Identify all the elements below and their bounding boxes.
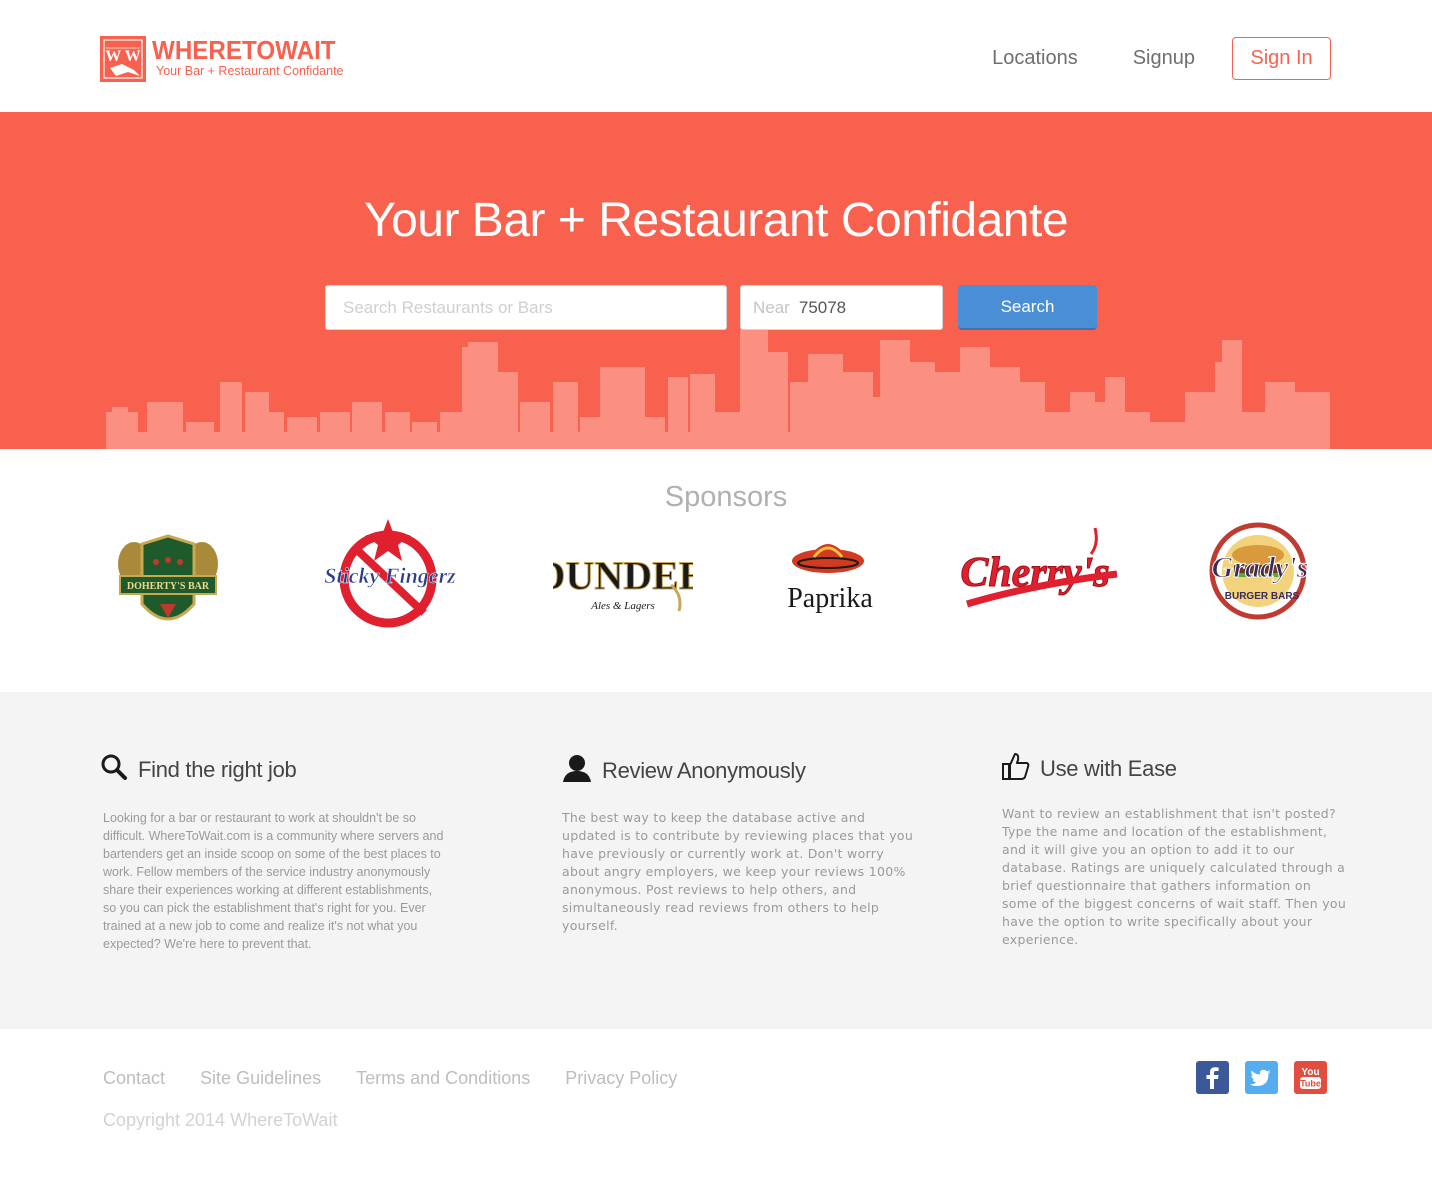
social-links: You Tube <box>1196 1061 1343 1094</box>
nav-signup-link[interactable]: Signup <box>1133 47 1195 70</box>
twitter-icon[interactable] <box>1245 1061 1278 1094</box>
user-icon <box>562 754 592 787</box>
thumbs-up-icon <box>1002 752 1030 785</box>
sponsor-logo-cherrys[interactable]: Cherry's <box>955 524 1121 622</box>
sponsors-section: Sponsors DOHERTY'S BAR Sticky Fingerz DU… <box>0 449 1432 692</box>
footer-link-terms[interactable]: Terms and Conditions <box>356 1068 530 1089</box>
city-skyline-illustration <box>106 330 1330 449</box>
feature-review-anonymously: Review Anonymously The best way to keep … <box>562 754 917 935</box>
footer-link-site-guidelines[interactable]: Site Guidelines <box>200 1068 321 1089</box>
sponsor-paprika-name: Paprika <box>787 583 873 614</box>
near-label: Near <box>753 297 790 317</box>
sponsor-sticky-fingerz-name: Sticky Fingerz <box>324 563 456 588</box>
search-icon <box>100 753 128 786</box>
sponsor-gradys-name: Grady's <box>1212 551 1309 584</box>
near-input[interactable] <box>798 297 919 318</box>
youtube-icon[interactable]: You Tube <box>1294 1061 1327 1094</box>
facebook-icon[interactable] <box>1196 1061 1229 1094</box>
logo-tagline: Your Bar + Restaurant Confidante <box>156 64 344 78</box>
sponsor-logo-sticky-fingerz[interactable]: Sticky Fingerz <box>314 517 466 629</box>
main-nav: Locations Signup Sign In <box>992 37 1331 80</box>
svg-text:Tube: Tube <box>1300 1079 1321 1089</box>
feature-find-job-text: Looking for a bar or restaurant to work … <box>103 811 444 951</box>
sponsors-title: Sponsors <box>664 481 788 513</box>
feature-use-with-ease-text: Want to review an establishment that isn… <box>1002 806 1347 947</box>
feature-use-with-ease: Use with Ease Want to review an establis… <box>1002 752 1347 949</box>
near-field[interactable]: Near <box>740 285 943 330</box>
logo-name: WHERETOWAIT <box>152 35 336 65</box>
sponsor-logo-dohertys[interactable]: DOHERTY'S BAR <box>112 534 224 639</box>
feature-review-anonymously-title: Review Anonymously <box>602 757 806 783</box>
signin-button[interactable]: Sign In <box>1232 37 1331 80</box>
sponsor-logo-paprika[interactable]: Paprika <box>778 529 886 639</box>
search-input[interactable] <box>325 285 727 330</box>
sponsor-dundee-name: DUNDEE <box>553 553 693 598</box>
features-section: Find the right job Looking for a bar or … <box>0 692 1432 1029</box>
feature-use-with-ease-title: Use with Ease <box>1040 755 1177 781</box>
svg-text:You: You <box>1301 1067 1319 1078</box>
site-logo[interactable]: W W WHERETOWAIT Your Bar + Restaurant Co… <box>100 36 349 82</box>
sponsor-logo-dundee[interactable]: DUNDEE Ales & Lagers <box>553 545 693 617</box>
feature-find-job: Find the right job Looking for a bar or … <box>100 753 445 953</box>
copyright-text: Copyright 2014 WhereToWait <box>103 1110 338 1130</box>
sponsor-gradys-subtitle: BURGER BARS <box>1225 591 1300 602</box>
hero-banner: Your Bar + Restaurant Confidante Near Se… <box>0 112 1432 449</box>
site-footer: Contact Site Guidelines Terms and Condit… <box>0 1029 1432 1182</box>
site-header: W W WHERETOWAIT Your Bar + Restaurant Co… <box>0 0 1432 112</box>
sponsor-dundee-subtitle: Ales & Lagers <box>590 600 655 612</box>
nav-locations-link[interactable]: Locations <box>992 47 1078 70</box>
footer-links: Contact Site Guidelines Terms and Condit… <box>103 1068 712 1089</box>
search-button[interactable]: Search <box>958 285 1097 330</box>
sponsor-dohertys-name: DOHERTY'S BAR <box>127 581 210 592</box>
feature-review-anonymously-text: The best way to keep the database active… <box>562 810 914 933</box>
hero-title: Your Bar + Restaurant Confidante <box>363 194 1069 247</box>
footer-link-contact[interactable]: Contact <box>103 1068 165 1089</box>
logo-mark-icon: W W <box>100 36 146 82</box>
sponsor-logo-gradys[interactable]: Grady's BURGER BARS <box>1196 521 1328 621</box>
footer-link-privacy[interactable]: Privacy Policy <box>565 1068 677 1089</box>
feature-find-job-title: Find the right job <box>138 756 297 782</box>
svg-text:W W: W W <box>105 48 140 65</box>
search-form: Near Search <box>325 285 1097 330</box>
